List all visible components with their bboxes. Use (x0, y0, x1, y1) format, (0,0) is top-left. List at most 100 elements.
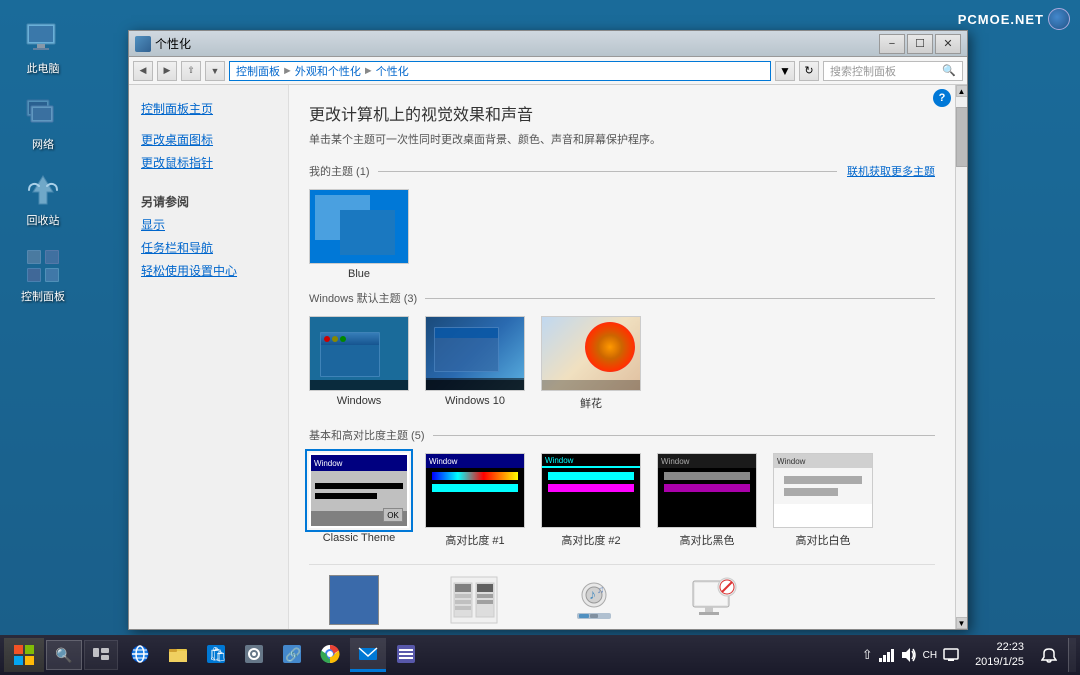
help-button[interactable]: ? (933, 89, 951, 107)
my-themes-title: 我的主题 (1) (309, 163, 370, 179)
theme-hc2[interactable]: Window 高对比度 #2 (541, 453, 641, 548)
content-area: ? 更改计算机上的视觉效果和声音 单击某个主题可一次性同时更改桌面背景、颜色、声… (289, 85, 955, 629)
path-control[interactable]: 控制面板 (236, 63, 280, 79)
computer-label: 此电脑 (27, 60, 60, 76)
notification-button[interactable] (1034, 638, 1064, 672)
tool-color[interactable]: 彩色 高对比度 (429, 575, 519, 629)
theme-win10[interactable]: Windows 10 (425, 316, 525, 411)
tray-volume[interactable] (901, 648, 917, 662)
close-button[interactable]: ✕ (935, 34, 961, 54)
refresh-button[interactable]: ↻ (799, 61, 819, 81)
taskbar-app-store[interactable]: 🛍 (198, 638, 234, 672)
theme-flowers[interactable]: 鲜花 (541, 316, 641, 411)
window-icon (135, 36, 151, 52)
path-appearance[interactable]: 外观和个性化 (295, 63, 361, 79)
search-box[interactable]: 搜索控制面板 🔍 (823, 61, 963, 81)
sidebar-link-ease[interactable]: 轻松使用设置中心 (129, 259, 288, 282)
start-button[interactable] (4, 638, 44, 672)
svg-text:♫: ♫ (597, 585, 605, 596)
control-icon (25, 248, 61, 284)
theme-windows-thumb (309, 316, 409, 391)
store-icon: 🛍 (206, 644, 226, 664)
desktop-icon-control[interactable]: 控制面板 (8, 248, 78, 304)
theme-hc1-thumb: Window (425, 453, 525, 528)
desktop-icon-recycle[interactable]: 回收站 (8, 172, 78, 228)
taskbar-apps: 🛍 🔗 (122, 638, 424, 672)
sidebar-link-taskbar[interactable]: 任务栏和导航 (129, 236, 288, 259)
theme-hcwhite[interactable]: Window 高对比白色 (773, 453, 873, 548)
svg-text:🔗: 🔗 (285, 646, 301, 663)
online-themes-link[interactable]: 联机获取更多主题 (847, 163, 935, 179)
desktop-icon-computer[interactable]: 此电脑 (8, 20, 78, 76)
sidebar-link-mouse[interactable]: 更改鼠标指针 (129, 151, 288, 174)
watermark: PCMOE.NET (958, 8, 1070, 30)
taskbar-app-mail[interactable] (350, 638, 386, 672)
color-icon (449, 575, 499, 625)
theme-blue[interactable]: Blue (309, 189, 409, 280)
recent-button[interactable]: ▼ (205, 61, 225, 81)
tray-icons: ⇧ CH (856, 638, 965, 672)
theme-classic[interactable]: Window OK Classic Theme (309, 453, 409, 548)
windows-themes-title: Windows 默认主题 (3) (309, 290, 417, 306)
computer-icon (25, 20, 61, 56)
back-button[interactable]: ◀ (133, 61, 153, 81)
tool-wallpaper[interactable]: 桌面背景 纯色 (309, 575, 399, 629)
theme-hcblack-name: 高对比黑色 (680, 532, 735, 548)
tray-chevron[interactable]: ⇧ (862, 647, 873, 663)
tray-keyboard[interactable]: CH (923, 650, 937, 661)
recycle-icon (25, 172, 61, 208)
up-button[interactable]: ⇧ (181, 61, 201, 81)
search-icon: 🔍 (942, 64, 956, 77)
my-themes-line (378, 171, 838, 172)
path-dropdown[interactable]: ▼ (775, 61, 795, 81)
scrollbar[interactable]: ▲ ▼ (955, 85, 967, 629)
show-desktop-button[interactable] (1068, 638, 1076, 672)
taskbar-app-misc[interactable] (388, 638, 424, 672)
explorer-icon (168, 644, 188, 664)
theme-windows[interactable]: Windows (309, 316, 409, 411)
minimize-button[interactable]: − (879, 34, 905, 54)
mail-icon (358, 644, 378, 664)
maximize-button[interactable]: ☐ (907, 34, 933, 54)
theme-hc2-thumb: Window (541, 453, 641, 528)
bottom-tools: 桌面背景 纯色 (309, 564, 935, 629)
theme-classic-thumb: Window OK (309, 453, 409, 528)
sidebar-main-link[interactable]: 控制面板主页 (129, 97, 288, 120)
page-subtitle: 单击某个主题可一次性同时更改桌面背景、颜色、声音和屏幕保护程序。 (309, 131, 935, 147)
desktop-icon-network[interactable]: 网络 (8, 96, 78, 152)
theme-blue-thumb (309, 189, 409, 264)
windows-themes-header: Windows 默认主题 (3) (309, 290, 935, 306)
scroll-up[interactable]: ▲ (956, 85, 968, 97)
theme-classic-name: Classic Theme (323, 532, 396, 544)
taskbar-search-button[interactable]: 🔍 (46, 640, 82, 670)
svg-text:🛍: 🛍 (209, 646, 226, 662)
sidebar-link-display[interactable]: 显示 (129, 213, 288, 236)
page-title: 更改计算机上的视觉效果和声音 (309, 101, 935, 125)
scroll-down[interactable]: ▼ (956, 617, 968, 629)
taskbar-app-explorer[interactable] (160, 638, 196, 672)
basic-themes-title: 基本和高对比度主题 (5) (309, 427, 425, 443)
svg-text:♪: ♪ (589, 586, 596, 602)
tool-sound[interactable]: ♪ ♫ 声音 Windows 默认 (549, 575, 639, 629)
tray-network[interactable] (879, 648, 895, 662)
taskbar-task-view[interactable] (84, 640, 118, 670)
clock[interactable]: 22:23 2019/1/25 (969, 640, 1030, 671)
theme-hc1[interactable]: Window 高对比度 #1 (425, 453, 525, 548)
scroll-thumb[interactable] (956, 107, 968, 167)
taskbar-app-connect[interactable]: 🔗 (274, 638, 310, 672)
scroll-track[interactable] (956, 97, 968, 617)
recycle-label: 回收站 (27, 212, 60, 228)
chrome-icon (320, 644, 340, 664)
address-path[interactable]: 控制面板 ► 外观和个性化 ► 个性化 (229, 61, 771, 81)
taskbar-app-chrome[interactable] (312, 638, 348, 672)
path-personalization[interactable]: 个性化 (376, 63, 409, 79)
theme-hcblack[interactable]: Window 高对比黑色 (657, 453, 757, 548)
theme-hc2-name: 高对比度 #2 (561, 532, 620, 548)
sidebar-link-desktop-icons[interactable]: 更改桌面图标 (129, 128, 288, 151)
theme-flowers-thumb (541, 316, 641, 391)
tool-screensaver[interactable]: 屏幕保护程序 无 (669, 575, 759, 629)
taskbar-app-ie[interactable] (122, 638, 158, 672)
tray-monitor[interactable] (943, 648, 959, 662)
taskbar-app-settings[interactable] (236, 638, 272, 672)
forward-button[interactable]: ▶ (157, 61, 177, 81)
